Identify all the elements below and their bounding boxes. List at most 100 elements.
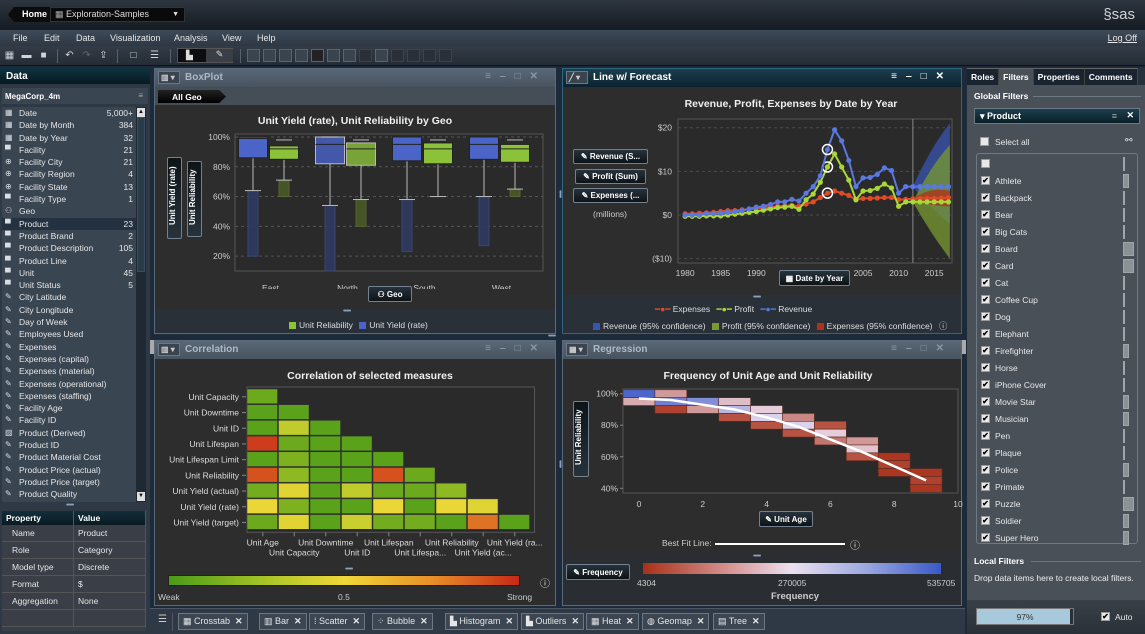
disabled-viz-icon[interactable] [407,49,420,62]
open-icon[interactable]: ▬ [20,49,33,62]
filter-checkbox[interactable]: ✔ [981,465,990,474]
splitter-grip[interactable]: ••••• [343,308,351,315]
menu-help[interactable]: Help [257,33,276,43]
data-item[interactable]: ✎ Product Quality [2,488,136,500]
data-item[interactable]: ⊕ Facility State 13 [2,181,136,193]
filter-item[interactable]: ✔ Police [981,462,1129,479]
filter-item[interactable]: ✔ Soldier [981,513,1129,530]
filter-item[interactable]: ✔ Athlete [981,173,1129,190]
viz-tab-geomap[interactable]: ◍ Geomap ✕ [642,613,710,630]
filter-item[interactable]: ✔ Board [981,241,1129,258]
menu-edit[interactable]: Edit [44,33,60,43]
scroll-up-icon[interactable]: ▲ [137,108,145,117]
close-icon[interactable]: ✕ [235,616,243,626]
filter-checkbox[interactable] [981,159,990,168]
filter-checkbox[interactable]: ✔ [981,312,990,321]
table-viz-icon[interactable] [263,49,276,62]
filter-item[interactable]: ✔ Elephant [981,326,1129,343]
disabled-viz-icon[interactable] [391,49,404,62]
close-icon[interactable]: ✕ [752,616,760,626]
info-icon[interactable]: ⓘ [939,321,948,331]
local-filters-dropzone[interactable]: Drop data items here to create local fil… [974,573,1134,583]
mode-toggle[interactable]: ▙ ✎ [177,48,233,63]
filter-checkbox[interactable]: ✔ [981,499,990,508]
data-item[interactable]: ✎ Facility Age [2,402,136,414]
collapse-icon[interactable]: ▾ [980,111,987,121]
data-item[interactable]: ▨ Product (Derived) [2,427,136,439]
filter-checkbox[interactable]: ✔ [981,448,990,457]
viz-tab-heat[interactable]: ▦ Heat ✕ [586,613,639,630]
disabled-viz-icon[interactable] [359,49,372,62]
data-item[interactable]: ▀ Unit 45 [2,267,136,279]
collapse-right-handle[interactable] [962,340,966,354]
property-row[interactable]: Role Category [2,542,146,559]
filter-checkbox[interactable]: ✔ [981,244,990,253]
data-item[interactable]: ▦ Date 5,000+ [2,107,136,119]
filter-item[interactable]: ✔ Backpack [981,190,1129,207]
viz-tab-bubble[interactable]: ⁘ Bubble ✕ [372,613,433,630]
disabled-viz-icon[interactable] [423,49,436,62]
window-controls[interactable]: ≡‒□✕ [891,343,953,354]
tab-properties[interactable]: Properties [1033,68,1085,85]
splitter-grip[interactable]: ••••• [548,333,556,340]
close-icon[interactable]: ✕ [353,616,361,626]
tab-comments[interactable]: Comments [1084,68,1138,85]
splitter-grip[interactable]: ••••• [753,553,761,560]
report-selector[interactable]: ▦ Exploration-Samples ▼ [50,7,185,22]
single-view-icon[interactable]: □ [127,49,140,62]
crosstab-viz-icon[interactable] [279,49,292,62]
data-item[interactable]: ✎ Expenses (staffing) [2,390,136,402]
property-row[interactable]: Aggregation None [2,593,146,610]
export-icon[interactable]: ⇪ [97,49,110,62]
auto-checkbox[interactable]: ✔ [1101,612,1110,621]
window-controls[interactable]: ≡‒□✕ [485,343,547,354]
line-viz-icon[interactable]: ╱ ▾ [566,71,588,84]
viz-tab-crosstab[interactable]: ▦ Crosstab ✕ [178,613,248,630]
select-mode-icon[interactable]: ▙ [186,50,193,61]
data-item[interactable]: ✎ Expenses [2,341,136,353]
filter-checkbox[interactable]: ✔ [981,516,990,525]
filter-checkbox[interactable]: ✔ [981,346,990,355]
filter-checkbox[interactable]: ✔ [981,414,990,423]
filter-checkbox[interactable]: ✔ [981,380,990,389]
scroll-thumb[interactable] [137,117,145,272]
data-item[interactable]: ▀ Product Line 4 [2,255,136,267]
close-icon[interactable]: ✕ [294,616,302,626]
multi-view-icon[interactable]: ☰ [148,49,161,62]
viz-tab-tree[interactable]: ▤ Tree ✕ [713,613,765,630]
data-item[interactable]: ▀ Unit Status 5 [2,279,136,291]
filter-item[interactable]: ✔ Dog [981,309,1129,326]
correlation-viz-icon[interactable]: ▥ ▾ [158,343,180,356]
window-controls[interactable]: ≡‒□✕ [891,71,953,82]
dataset-selector[interactable]: MegaCorp_4m ≡ [2,88,148,104]
data-item[interactable]: ✎ Facility ID [2,414,136,426]
menu-visualization[interactable]: Visualization [110,33,160,43]
data-item[interactable]: ▦ Date by Year 32 [2,132,136,144]
save-icon[interactable]: ■ [37,49,50,62]
filter-checkbox[interactable]: ✔ [981,363,990,372]
menu-icon[interactable]: ≡ [138,91,143,100]
tab-roles[interactable]: Roles [967,68,1000,85]
splitter-grip[interactable]: ••••• [556,190,563,197]
filter-item[interactable]: ✔ Movie Star [981,394,1129,411]
scroll-down-icon[interactable]: ▼ [137,492,145,501]
menu-view[interactable]: View [222,33,241,43]
filter-item[interactable]: ✔ Puzzle [981,496,1129,513]
menu-file[interactable]: File [13,33,28,43]
data-item[interactable]: ⊕ Facility Region 4 [2,168,136,180]
line-viz-icon[interactable] [311,49,324,62]
close-icon[interactable]: ✕ [626,616,634,626]
filter-menu-icon[interactable]: ≡ [1112,111,1117,121]
filter-checkbox[interactable]: ✔ [981,176,990,185]
tab-filters[interactable]: Filters [999,68,1034,85]
viz-tab-outliers[interactable]: ▙ Outliers ✕ [521,613,584,630]
redo-icon[interactable]: ↷ [80,49,93,62]
heatmap-viz-icon[interactable]: ▦ ▾ [566,343,588,356]
menu-data[interactable]: Data [76,33,95,43]
data-item[interactable]: ▀ Product 23 [2,217,136,230]
filter-item[interactable]: ✔ Primate [981,479,1129,496]
filter-item[interactable]: ✔ Coffee Cup [981,292,1129,309]
data-item[interactable]: ✎ City Longitude [2,304,136,316]
property-row[interactable]: Name Product [2,525,146,542]
breadcrumb[interactable]: All Geo [158,90,226,103]
